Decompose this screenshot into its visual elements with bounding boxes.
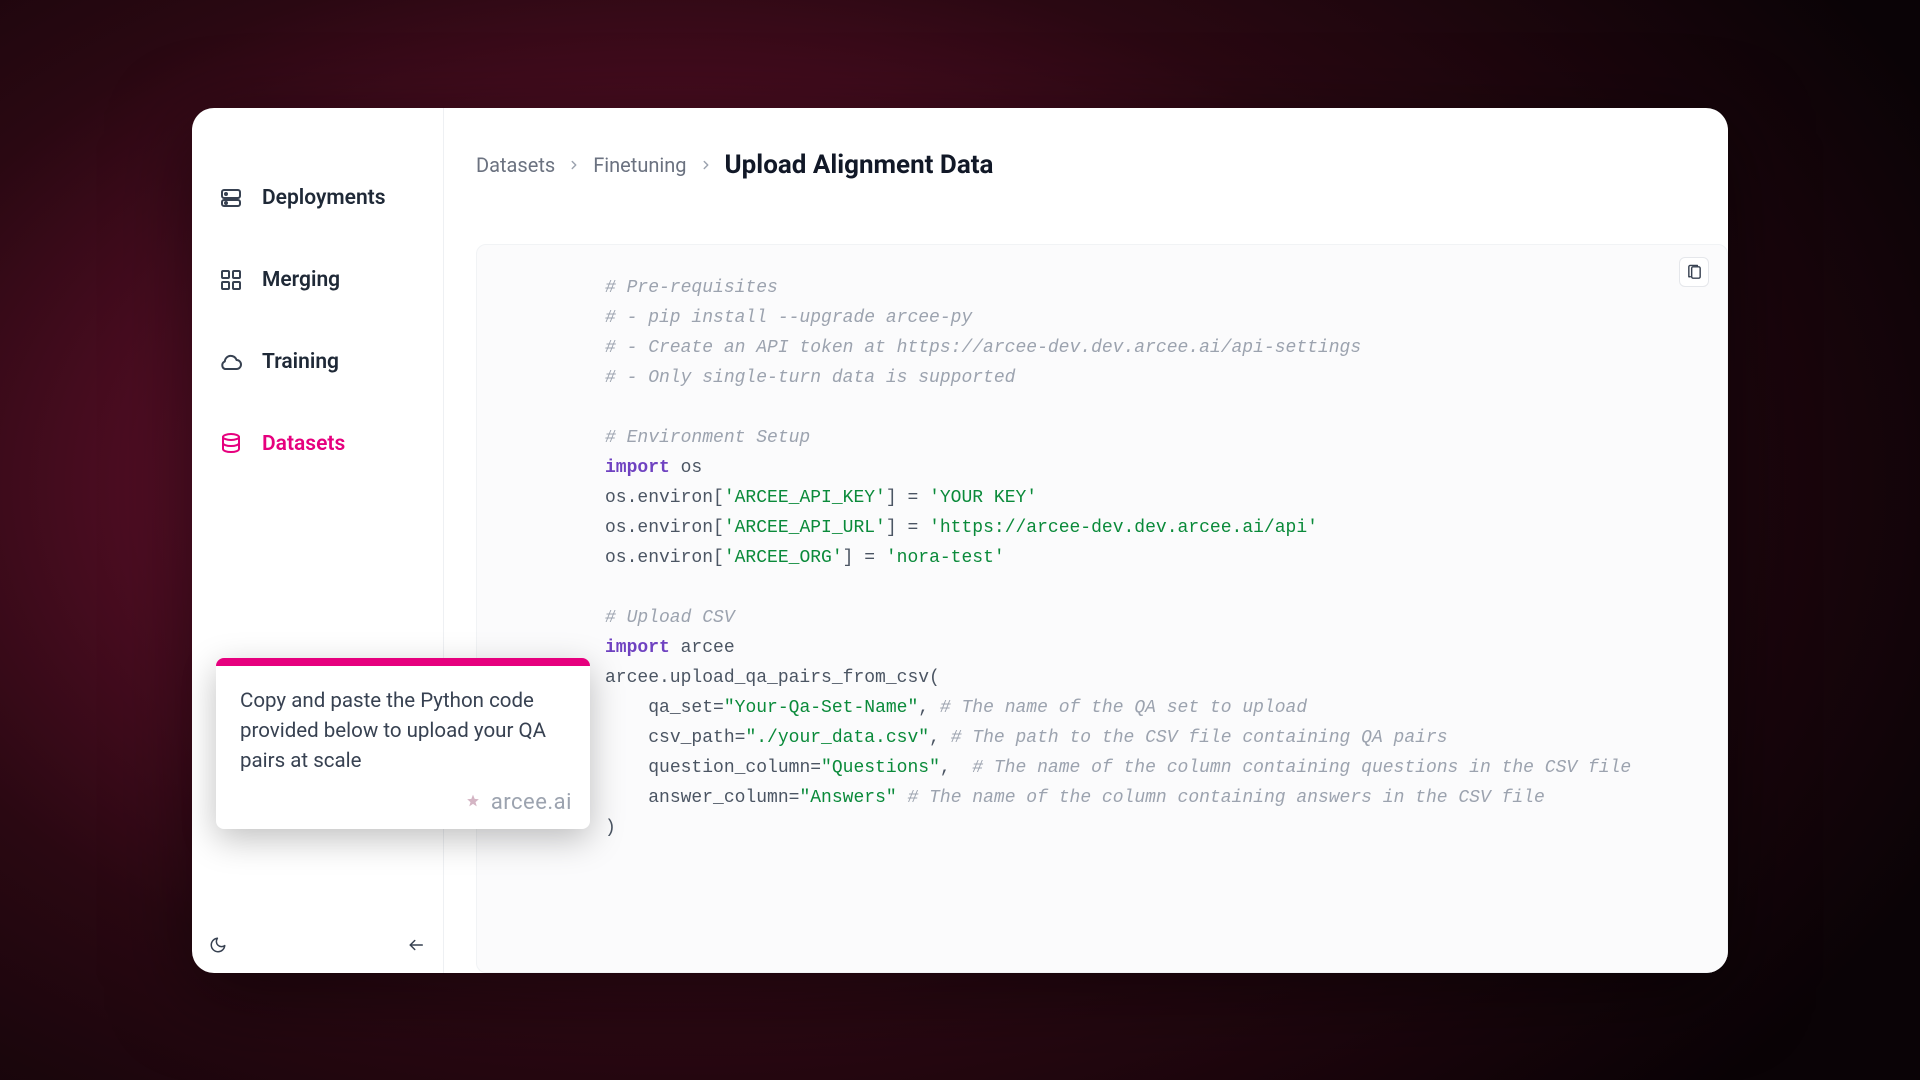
sidebar-item-merging[interactable]: Merging [192, 252, 443, 308]
sidebar-item-label: Datasets [262, 432, 345, 456]
instruction-callout: Copy and paste the Python code provided … [216, 658, 590, 829]
cloud-icon [218, 349, 244, 375]
code-panel: # Pre-requisites # - pip install --upgra… [476, 244, 1728, 973]
sidebar-item-datasets[interactable]: Datasets [192, 416, 443, 472]
database-icon [218, 431, 244, 457]
chevron-right-icon [699, 153, 713, 177]
sidebar-footer [192, 931, 443, 959]
sidebar-item-deployments[interactable]: Deployments [192, 170, 443, 226]
sidebar-item-training[interactable]: Training [192, 334, 443, 390]
chevron-right-icon [567, 153, 581, 177]
sidebar-item-label: Training [262, 350, 339, 374]
merge-icon [218, 267, 244, 293]
breadcrumb-datasets[interactable]: Datasets [476, 153, 555, 177]
sidebar-item-label: Deployments [262, 186, 386, 210]
app-window: Deployments Merging Training Datasets [192, 108, 1728, 973]
collapse-sidebar-button[interactable] [403, 931, 431, 959]
main-content: Datasets Finetuning Upload Alignment Dat… [444, 108, 1728, 973]
callout-accent-bar [216, 658, 590, 666]
breadcrumb-finetuning[interactable]: Finetuning [593, 153, 686, 177]
callout-text: Copy and paste the Python code provided … [216, 666, 590, 786]
code-block[interactable]: # Pre-requisites # - pip install --upgra… [605, 273, 1687, 843]
clipboard-icon [1686, 264, 1703, 281]
moon-icon [209, 936, 227, 954]
breadcrumb: Datasets Finetuning Upload Alignment Dat… [444, 108, 1728, 200]
theme-toggle-button[interactable] [204, 931, 232, 959]
server-icon [218, 185, 244, 211]
callout-brand: arcee.ai [216, 786, 590, 829]
sidebar: Deployments Merging Training Datasets [192, 108, 444, 973]
brand-mark-icon [463, 793, 483, 813]
page-title: Upload Alignment Data [725, 150, 994, 180]
collapse-icon [408, 936, 426, 954]
copy-code-button[interactable] [1679, 257, 1709, 287]
sidebar-item-label: Merging [262, 268, 340, 292]
